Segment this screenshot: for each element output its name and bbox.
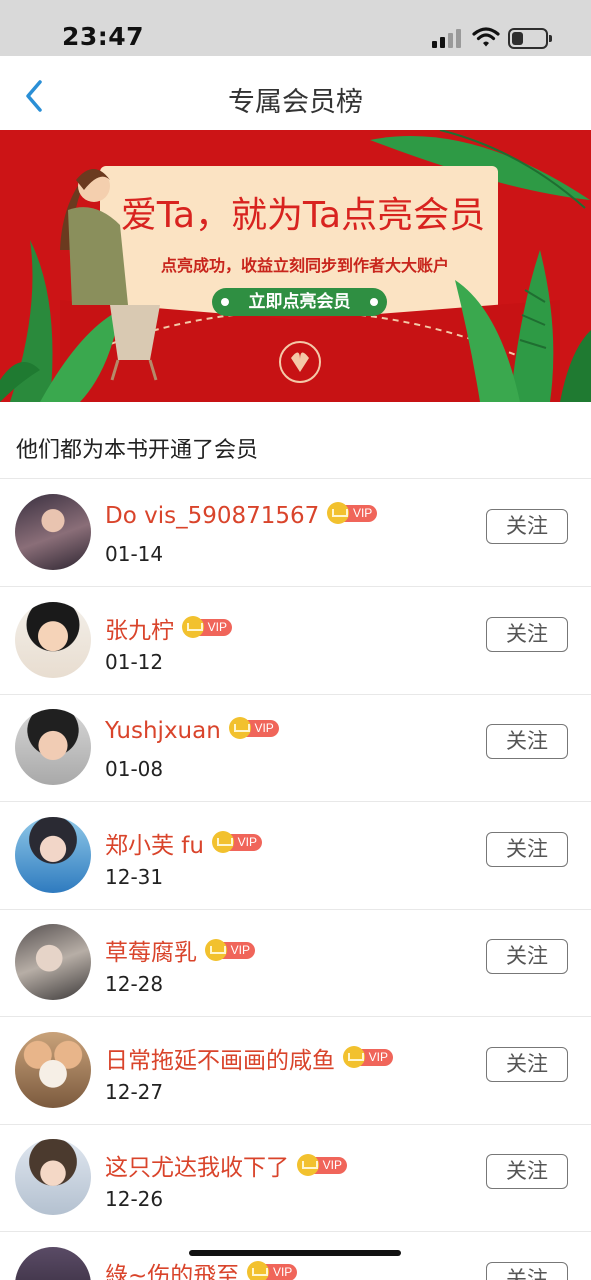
member-name-text: Do vis_590871567 [105,503,320,529]
member-name[interactable]: 綠~伤的飛至 VIP [105,1256,298,1280]
avatar[interactable] [15,709,91,785]
member-name[interactable]: 郑小芙 fu VIP [105,826,262,860]
activate-membership-button[interactable]: 立即点亮会员 [212,288,387,316]
member-row[interactable]: Yushjxuan VIP 01-08 关注 [0,694,591,801]
follow-button[interactable]: 关注 [486,1154,568,1189]
member-name[interactable]: 日常拖延不画画的咸鱼 VIP [105,1041,393,1075]
member-name-text: 张九柠 [105,617,174,644]
crown-icon [212,831,234,853]
member-name[interactable]: 张九柠 VIP [105,611,232,645]
promo-banner[interactable]: 爱Ta，就为Ta点亮会员 点亮成功，收益立刻同步到作者大大账户 立即点亮会员 [0,130,591,402]
crown-icon [297,1153,319,1176]
vip-badge: VIP [228,716,279,739]
avatar[interactable] [15,1246,91,1280]
section-title: 他们都为本书开通了会员 [16,438,259,463]
banner-headline: 爱Ta，就为Ta点亮会员 [120,195,486,236]
member-date: 12-26 [105,1187,164,1211]
member-name-text: 草莓腐乳 [105,940,197,966]
status-time: 23:47 [62,22,145,51]
vip-badge: VIP [212,831,262,853]
member-name-text: Yushjxuan [105,718,221,744]
follow-button[interactable]: 关注 [486,831,568,867]
home-indicator [189,1250,401,1256]
member-name[interactable]: Do vis_590871567 VIP [105,501,378,529]
page-title: 专属会员榜 [228,87,363,118]
crown-icon [182,616,204,638]
member-date: 12-28 [105,972,164,996]
follow-button[interactable]: 关注 [486,1261,568,1280]
cellular-signal-icon [432,28,462,48]
crown-icon [228,716,251,739]
follow-button[interactable]: 关注 [486,724,568,759]
member-name-text: 日常拖延不画画的咸鱼 [105,1047,335,1074]
member-name-text: 郑小芙 fu [105,832,204,859]
follow-button[interactable]: 关注 [486,1046,568,1082]
vip-badge: VIP [343,1046,393,1068]
follow-button[interactable]: 关注 [486,509,568,544]
member-date: 12-27 [105,1079,164,1104]
member-row[interactable]: 这只尤达我收下了 VIP 12-26 关注 [0,1124,591,1231]
member-name[interactable]: 这只尤达我收下了 VIP [105,1148,347,1182]
battery-icon [508,28,552,49]
member-date: 12-31 [105,864,164,889]
avatar[interactable] [15,816,91,893]
member-name[interactable]: Yushjxuan VIP [105,716,279,744]
banner-subline: 点亮成功，收益立刻同步到作者大大账户 [160,256,449,275]
crown-icon [247,1261,270,1280]
member-name-text: 綠~伤的飛至 [105,1262,240,1280]
avatar[interactable] [15,1139,91,1215]
member-date: 01-14 [105,542,164,566]
status-bar: 23:47 [0,0,591,56]
follow-button[interactable]: 关注 [486,939,568,974]
avatar[interactable] [15,494,91,570]
vip-badge: VIP [247,1261,298,1280]
member-row[interactable]: 草莓腐乳 VIP 12-28 关注 [0,909,591,1016]
avatar[interactable] [15,924,91,1000]
crown-icon [327,501,350,524]
nav-bar: 专属会员榜 [0,56,591,130]
vip-badge: VIP [297,1153,347,1176]
crown-icon [343,1046,365,1068]
follow-button[interactable]: 关注 [486,616,568,652]
member-row[interactable]: Do vis_590871567 VIP 01-14 关注 [0,479,591,586]
vip-badge: VIP [205,938,255,961]
avatar[interactable] [15,601,91,678]
member-name-text: 这只尤达我收下了 [105,1155,289,1181]
crown-icon [205,938,227,961]
avatar[interactable] [15,1031,91,1108]
member-date: 01-12 [105,649,164,674]
vip-badge: VIP [182,616,232,638]
member-name[interactable]: 草莓腐乳 VIP [105,933,255,967]
battery-level [512,32,523,45]
wifi-icon [472,27,500,47]
member-row[interactable]: 张九柠 VIP 01-12 关注 [0,587,591,694]
member-date: 01-08 [105,757,164,781]
member-row[interactable]: 日常拖延不画画的咸鱼 VIP 12-27 关注 [0,1017,591,1124]
member-row[interactable]: 郑小芙 fu VIP 12-31 关注 [0,802,591,909]
vip-badge: VIP [327,501,378,524]
